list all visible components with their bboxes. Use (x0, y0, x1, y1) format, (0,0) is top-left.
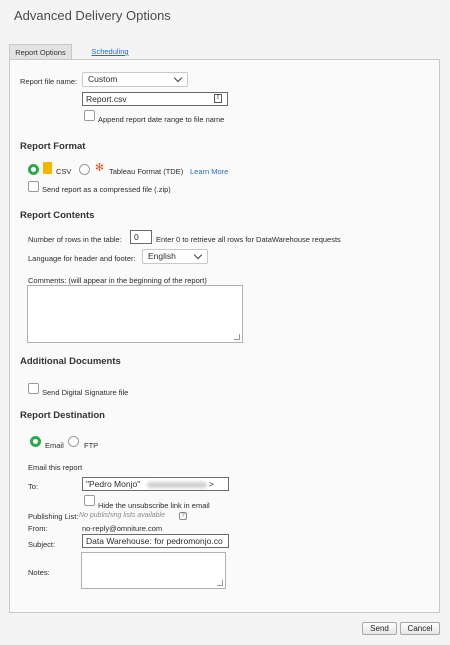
subject-label: Subject: (28, 540, 56, 549)
file-name-label: Report file name: (20, 77, 78, 86)
csv-file-icon (43, 162, 52, 174)
email-this-report-label: Email this report (28, 463, 83, 472)
send-button[interactable]: Send (362, 622, 397, 635)
resize-grip-icon (217, 580, 223, 586)
to-input[interactable]: "Pedro Monjo" > (82, 477, 229, 491)
tde-radio[interactable] (79, 164, 90, 175)
ftp-label: FTP (84, 441, 99, 450)
language-select[interactable]: English (142, 249, 208, 264)
subject-value: Data Warehouse: for pedromonjo.co (86, 536, 223, 546)
notes-label: Notes: (28, 568, 50, 577)
to-suffix: > (208, 479, 214, 489)
chevron-down-icon (193, 250, 203, 260)
email-radio[interactable] (30, 436, 41, 447)
learn-more-link[interactable]: Learn More (190, 167, 228, 176)
dialog-title: Advanced Delivery Options (14, 8, 171, 23)
cancel-button[interactable]: Cancel (400, 622, 440, 635)
comments-textarea[interactable] (27, 285, 243, 343)
email-label: Email (45, 441, 64, 450)
report-contents-heading: Report Contents (20, 210, 95, 221)
rows-value: 0 (134, 232, 139, 242)
compress-checkbox[interactable] (28, 181, 39, 192)
file-name-input[interactable]: Report.csv (82, 92, 228, 106)
csv-label: CSV (56, 167, 72, 176)
report-destination-heading: Report Destination (20, 410, 105, 421)
tab-scheduling-options[interactable]: Scheduling Options (78, 44, 142, 72)
redacted-email (146, 481, 207, 488)
additional-documents-heading: Additional Documents (20, 356, 121, 367)
subject-input[interactable]: Data Warehouse: for pedromonjo.co (82, 534, 229, 548)
append-date-checkbox[interactable] (84, 110, 95, 121)
unsubscribe-checkbox[interactable] (84, 495, 95, 506)
publishing-list-value: No publishing lists available (79, 512, 165, 519)
language-label: Language for header and footer: (28, 254, 136, 263)
to-value: "Pedro Monjo" (86, 479, 141, 489)
csv-radio[interactable] (28, 164, 39, 175)
comments-label: Comments: (will appear in the beginning … (28, 276, 207, 285)
signature-label: Send Digital Signature file (42, 388, 129, 397)
rows-hint: Enter 0 to retrieve all rows for DataWar… (156, 235, 341, 244)
compress-label: Send report as a compressed file (.zip) (42, 185, 171, 194)
rows-input[interactable]: 0 (130, 230, 152, 244)
file-name-value: Report.csv (86, 94, 127, 104)
publishing-list-label: Publishing List: (28, 512, 79, 521)
tab-report-options[interactable]: Report Options (9, 44, 72, 60)
to-label: To: (28, 482, 39, 491)
help-icon[interactable]: ? (179, 512, 187, 520)
append-date-label: Append report date range to file name (98, 115, 225, 124)
chevron-down-icon (173, 73, 183, 83)
from-value: no-reply@omniture.com (82, 524, 163, 533)
language-value: English (148, 251, 176, 261)
resize-grip-icon (234, 334, 240, 340)
from-label: From: (28, 524, 48, 533)
file-name-mode-select[interactable]: Custom (82, 72, 188, 87)
file-name-mode-value: Custom (88, 74, 118, 84)
report-format-heading: Report Format (20, 141, 86, 152)
notes-textarea[interactable] (81, 552, 226, 589)
tableau-icon: ✻ (94, 162, 105, 174)
alert-icon: ! (214, 94, 222, 103)
ftp-radio[interactable] (68, 436, 79, 447)
tde-label: Tableau Format (TDE) (109, 167, 184, 176)
rows-label: Number of rows in the table: (28, 235, 122, 244)
unsubscribe-label: Hide the unsubscribe link in email (98, 501, 210, 510)
signature-checkbox[interactable] (28, 383, 39, 394)
